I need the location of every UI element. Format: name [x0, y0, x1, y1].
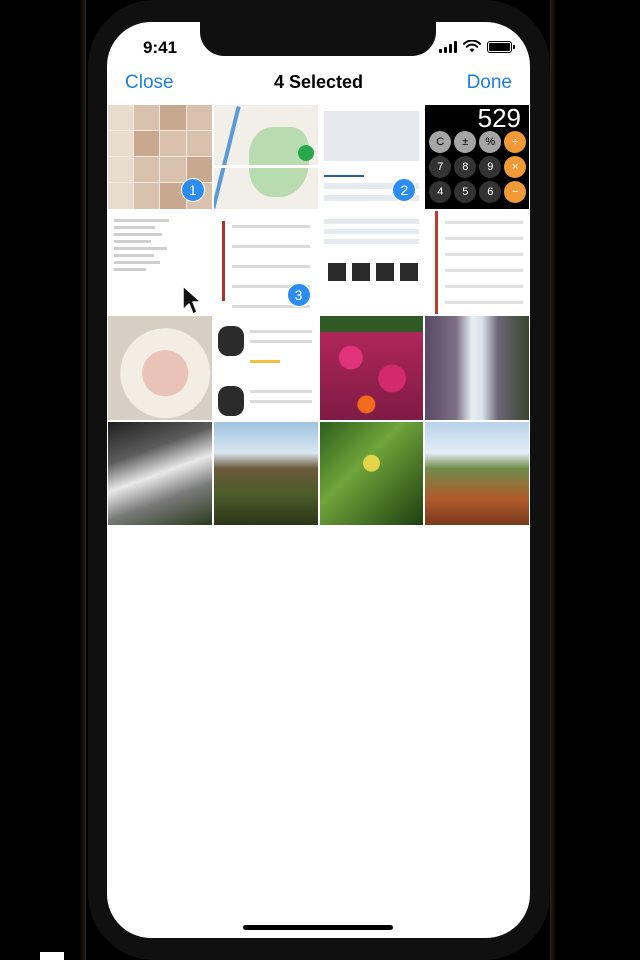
photo-thumbnail[interactable]: 2 [318, 104, 425, 210]
selection-badge: 3 [286, 283, 311, 307]
corner-mark [40, 952, 64, 960]
photo-thumbnail[interactable]: 1 [107, 104, 213, 210]
photo-thumbnail[interactable] [107, 315, 213, 421]
photo-thumbnail[interactable]: 529 C ±% ÷ 7 8 9 × 4 5 6− [424, 104, 530, 210]
cellular-signal-icon [439, 40, 457, 53]
photo-thumbnail[interactable] [424, 420, 530, 526]
background-left [0, 0, 86, 960]
photo-thumbnail[interactable] [212, 315, 319, 421]
status-time: 9:41 [143, 38, 178, 57]
selection-badge: 2 [392, 177, 417, 202]
photo-thumbnail[interactable] [107, 420, 213, 526]
photo-thumbnail[interactable] [318, 209, 425, 315]
map-pin-icon [297, 145, 314, 161]
photo-thumbnail[interactable] [212, 420, 319, 526]
status-icons [439, 40, 515, 53]
notch [200, 22, 436, 56]
done-button[interactable]: Done [467, 72, 512, 94]
battery-icon [487, 40, 515, 53]
photo-thumbnail[interactable] [212, 104, 319, 210]
photo-thumbnail[interactable] [318, 315, 425, 421]
photo-grid: 1 2 529 C ±% ÷ 7 8 9 × 4 5 6− 3 [107, 104, 530, 526]
photo-thumbnail[interactable]: 3 [212, 209, 319, 315]
home-indicator[interactable] [243, 925, 393, 930]
calculator-keys: C ±% ÷ 7 8 9 × 4 5 6− [429, 131, 527, 203]
navigation-bar: Close 4 Selected Done [107, 72, 530, 104]
background-right [550, 0, 640, 960]
photo-thumbnail[interactable] [424, 315, 530, 421]
photo-thumbnail[interactable] [318, 420, 425, 526]
calculator-display: 529 [477, 104, 521, 133]
screen: 9:41 Close 4 Selected Done 1 2 529 C ± %… [107, 22, 530, 938]
pointer-cursor-icon [182, 285, 202, 315]
wifi-icon [463, 40, 481, 52]
selection-badge: 1 [180, 177, 205, 202]
photo-thumbnail[interactable] [424, 209, 530, 315]
